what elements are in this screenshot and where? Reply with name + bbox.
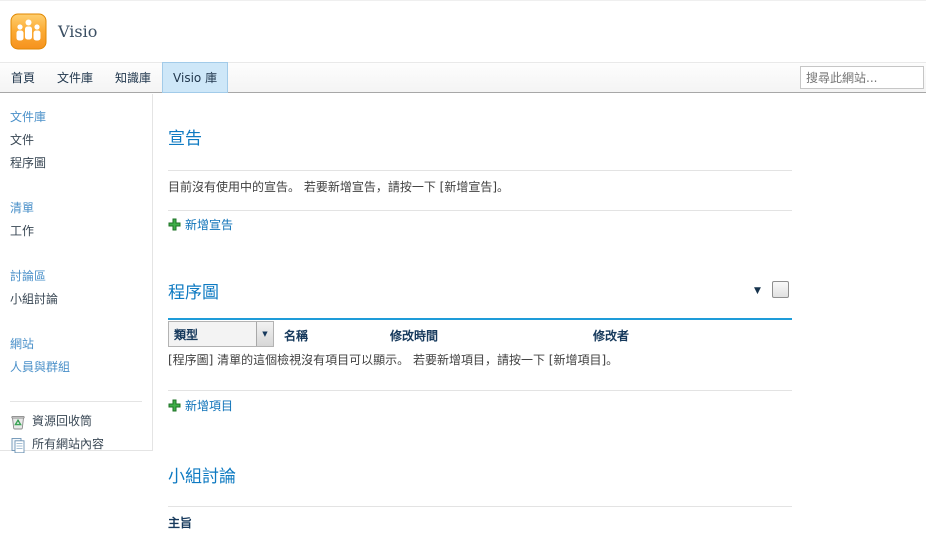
- nav-group-discussions: 討論區 小組討論: [10, 265, 152, 311]
- chevron-down-icon[interactable]: ▼: [256, 322, 273, 346]
- column-header-modified-by[interactable]: 修改者: [593, 327, 629, 344]
- column-header-subject[interactable]: 主旨: [168, 514, 192, 531]
- nav-group-libraries: 文件庫 文件 程序圖: [10, 106, 152, 175]
- sidebar-item-process-diagrams[interactable]: 程序圖: [10, 152, 152, 175]
- column-header-type: 類型: [169, 326, 256, 343]
- top-navigation-bar: 首頁 文件庫 知識庫 Visio 庫: [0, 62, 926, 93]
- column-header-modified[interactable]: 修改時間: [390, 327, 438, 344]
- sidebar-item-tasks[interactable]: 工作: [10, 220, 152, 243]
- site-logo-people-icon[interactable]: [10, 13, 47, 50]
- sidebar-item-recycle-bin[interactable]: 資源回收筒: [10, 410, 152, 433]
- announcements-empty-message: 目前沒有使用中的宣告。 若要新增宣告，請按一下 [新增宣告]。: [168, 178, 509, 195]
- search-input[interactable]: [800, 66, 924, 89]
- process-diagrams-table: 類型 ▼ 名稱 修改時間 修改者: [168, 318, 792, 347]
- tab-home[interactable]: 首頁: [0, 62, 46, 93]
- add-plus-icon: [168, 399, 181, 412]
- quick-launch-sidebar: 文件庫 文件 程序圖 清單 工作 討論區 小組討論 網站 人員與群組 資源回收筒: [0, 94, 153, 451]
- add-announcement-label: 新增宣告: [185, 216, 233, 233]
- sidebar-divider: [10, 401, 142, 402]
- top-nav-tabs: 首頁 文件庫 知識庫 Visio 庫: [0, 63, 228, 92]
- divider: [168, 506, 792, 507]
- tab-document-library[interactable]: 文件庫: [46, 62, 104, 93]
- page-header: Visio: [0, 1, 926, 62]
- process-diagrams-title[interactable]: 程序圖: [168, 278, 219, 303]
- sidebar-item-all-site-content[interactable]: 所有網站內容: [10, 433, 152, 456]
- sharepoint-page: Visio 首頁 文件庫 知識庫 Visio 庫 文件庫 文件 程序圖 清單 工…: [0, 0, 926, 538]
- recycle-bin-icon: [10, 414, 26, 430]
- all-site-content-icon: [10, 437, 26, 453]
- add-item-link[interactable]: 新增項目: [168, 397, 233, 414]
- divider: [168, 210, 792, 211]
- divider: [168, 390, 792, 391]
- webpart-menu-chevron-down-icon[interactable]: ▼: [754, 286, 761, 296]
- nav-group-sites: 網站 人員與群組: [10, 333, 152, 379]
- column-header-name[interactable]: 名稱: [284, 327, 308, 344]
- sidebar-item-label: 資源回收筒: [32, 410, 92, 433]
- tab-visio-library[interactable]: Visio 庫: [162, 62, 228, 93]
- announcements-title[interactable]: 宣告: [168, 124, 202, 149]
- sidebar-item-label: 所有網站內容: [32, 433, 104, 456]
- sidebar-item-documents[interactable]: 文件: [10, 129, 152, 152]
- add-item-label: 新增項目: [185, 397, 233, 414]
- webpart-select-checkbox[interactable]: [772, 281, 789, 298]
- add-announcement-link[interactable]: 新增宣告: [168, 216, 233, 233]
- table-header-row: 類型 ▼ 名稱 修改時間 修改者: [168, 320, 792, 347]
- sidebar-header-sites[interactable]: 網站: [10, 333, 152, 355]
- process-diagrams-empty-message: [程序圖] 清單的這個檢視沒有項目可以顯示。 若要新增項目，請按一下 [新增項目…: [168, 351, 618, 368]
- sidebar-header-discussions[interactable]: 討論區: [10, 265, 152, 287]
- divider: [168, 170, 792, 171]
- sidebar-item-people-and-groups[interactable]: 人員與群組: [10, 356, 152, 379]
- sidebar-header-lists[interactable]: 清單: [10, 197, 152, 219]
- tab-knowledge-base[interactable]: 知識庫: [104, 62, 162, 93]
- team-discussion-title[interactable]: 小組討論: [168, 462, 236, 487]
- site-title[interactable]: Visio: [58, 22, 97, 41]
- nav-group-lists: 清單 工作: [10, 197, 152, 243]
- column-header-type-dropdown[interactable]: 類型 ▼: [168, 321, 274, 347]
- sidebar-item-team-discussion[interactable]: 小組討論: [10, 288, 152, 311]
- main-content: 宣告 目前沒有使用中的宣告。 若要新增宣告，請按一下 [新增宣告]。 新增宣告 …: [168, 94, 792, 538]
- sidebar-header-libraries[interactable]: 文件庫: [10, 106, 152, 128]
- add-plus-icon: [168, 218, 181, 231]
